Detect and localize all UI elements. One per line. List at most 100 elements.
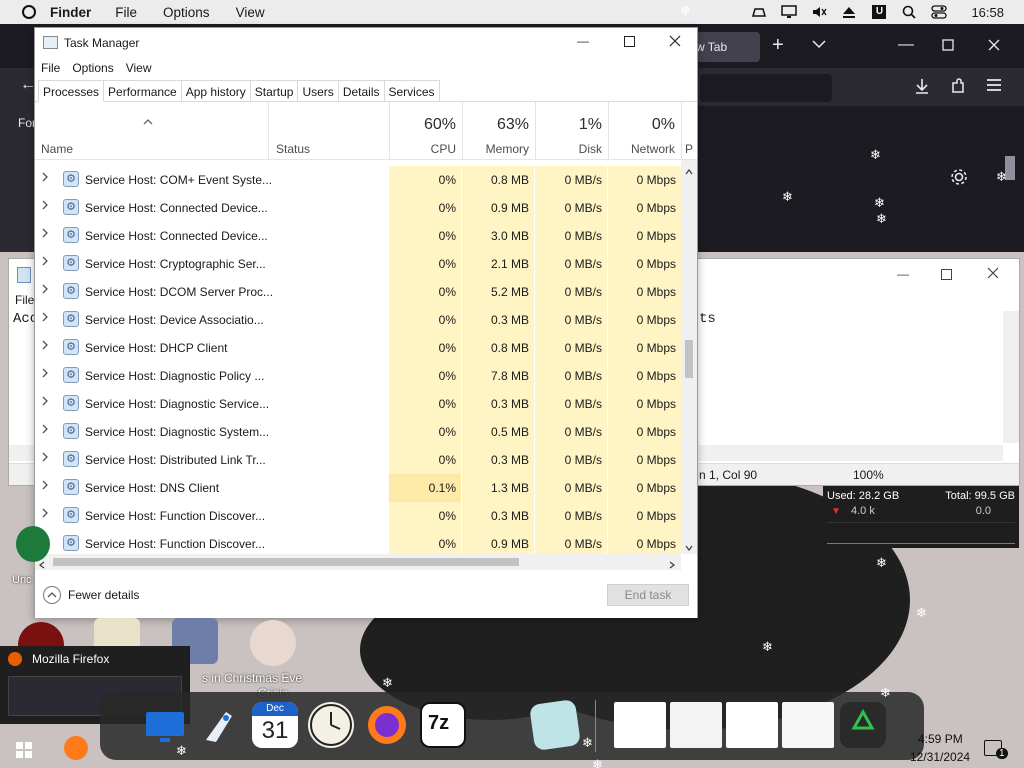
process-row[interactable]: ⚙ Service Host: Diagnostic Policy ... 0% 7.… xyxy=(35,362,681,390)
scroll-right-icon[interactable] xyxy=(669,558,676,572)
process-row[interactable]: ⚙ Service Host: DCOM Server Proc... 0% 5.2 … xyxy=(35,278,681,306)
apple-menu-icon[interactable] xyxy=(22,5,36,19)
process-list-vscroll[interactable] xyxy=(681,160,697,554)
tab-startup[interactable]: Startup xyxy=(250,80,299,102)
settings-gear-icon[interactable] xyxy=(950,168,968,191)
expand-chevron-icon[interactable] xyxy=(41,200,51,214)
expand-chevron-icon[interactable] xyxy=(41,256,51,270)
close-icon[interactable] xyxy=(987,267,999,282)
process-row[interactable]: ⚙ Service Host: Distributed Link Tr... 0% 0… xyxy=(35,446,681,474)
expand-chevron-icon[interactable] xyxy=(41,312,51,326)
app-name[interactable]: Finder xyxy=(50,5,91,20)
mute-icon[interactable] xyxy=(811,5,827,19)
column-power[interactable]: P xyxy=(681,102,697,160)
hscroll-thumb[interactable] xyxy=(53,558,519,566)
process-row[interactable]: ⚙ Service Host: Diagnostic Service... 0% 0.… xyxy=(35,390,681,418)
column-name[interactable]: Name xyxy=(35,102,268,160)
new-tab-button[interactable]: + xyxy=(772,34,784,57)
tab-processes[interactable]: Processes xyxy=(38,80,105,102)
menu-file[interactable]: File xyxy=(115,5,137,20)
fewer-details-button[interactable]: Fewer details xyxy=(68,588,139,602)
minimize-icon[interactable]: — xyxy=(898,36,914,54)
process-row[interactable]: ⚙ Service Host: Function Discover... 0% 0.3… xyxy=(35,502,681,530)
notepad-menu-file[interactable]: File xyxy=(15,293,34,307)
expand-chevron-icon[interactable] xyxy=(41,452,51,466)
column-memory[interactable]: 63% Memory xyxy=(462,102,535,160)
expand-chevron-icon[interactable] xyxy=(41,228,51,242)
process-row[interactable]: ⚙ Service Host: Diagnostic System... 0% 0.5… xyxy=(35,418,681,446)
process-row[interactable]: ⚙ Service Host: Cryptographic Ser... 0% 2.1… xyxy=(35,250,681,278)
scroll-down-icon[interactable] xyxy=(685,540,693,554)
desktop-app-icon[interactable] xyxy=(16,526,50,562)
end-task-button[interactable]: End task xyxy=(607,584,689,606)
menubar-clock[interactable]: 16:58 xyxy=(971,5,1004,20)
menu-view[interactable]: View xyxy=(126,61,152,75)
user-icon[interactable]: U xyxy=(871,5,887,19)
search-icon[interactable] xyxy=(901,5,917,19)
expand-chevron-icon[interactable] xyxy=(41,424,51,438)
tab-list-chevron-icon[interactable] xyxy=(812,36,826,54)
minimize-icon[interactable]: — xyxy=(897,267,909,281)
column-status[interactable]: Status xyxy=(268,102,389,160)
expand-chevron-icon[interactable] xyxy=(41,340,51,354)
cursor-position: n 1, Col 90 xyxy=(699,468,758,482)
tab-performance[interactable]: Performance xyxy=(104,80,182,102)
display-icon[interactable] xyxy=(781,5,798,19)
process-row[interactable]: ⚙ Service Host: Connected Device... 0% 0.9 … xyxy=(35,194,681,222)
service-host-gear-icon: ⚙ xyxy=(63,283,79,299)
column-network-label: Network xyxy=(630,142,675,156)
process-row[interactable]: ⚙ Service Host: DNS Client 0.1% 1.3 MB 0 MB/… xyxy=(35,474,681,502)
firefox-taskbar-icon[interactable] xyxy=(64,736,88,760)
control-center-icon[interactable] xyxy=(931,5,948,19)
process-name: Service Host: Function Discover... xyxy=(85,537,266,551)
process-row[interactable]: ⚙ Service Host: Device Associatio... 0% 0.3… xyxy=(35,306,681,334)
notepad-vscroll[interactable] xyxy=(1003,311,1019,443)
process-row[interactable]: ⚙ Service Host: Function Discover... 0% 0.9… xyxy=(35,530,681,554)
process-row[interactable]: ⚙ Service Host: COM+ Event Syste... 0% 0.8 … xyxy=(35,166,681,194)
column-disk[interactable]: 1% Disk xyxy=(535,102,608,160)
firefox-tab[interactable]: w Tab xyxy=(690,32,760,62)
column-cpu[interactable]: 60% CPU xyxy=(389,102,462,160)
expand-chevron-icon[interactable] xyxy=(41,396,51,410)
santa-icon[interactable] xyxy=(250,620,296,666)
process-list-hscroll[interactable] xyxy=(35,554,681,570)
maximize-icon[interactable] xyxy=(942,38,954,56)
tab-details[interactable]: Details xyxy=(338,80,385,102)
expand-chevron-icon[interactable] xyxy=(41,172,51,186)
tab-users[interactable]: Users xyxy=(298,80,339,102)
eject-icon[interactable] xyxy=(841,5,857,19)
close-icon[interactable] xyxy=(669,35,681,50)
network-total: 0% xyxy=(651,116,675,133)
menu-file[interactable]: File xyxy=(41,61,60,75)
menu-view[interactable]: View xyxy=(236,5,265,20)
close-icon[interactable] xyxy=(988,38,1000,56)
service-host-gear-icon: ⚙ xyxy=(63,339,79,355)
extensions-icon[interactable] xyxy=(950,78,966,99)
download-icon[interactable] xyxy=(914,78,930,99)
expand-chevron-icon[interactable] xyxy=(41,284,51,298)
menu-options[interactable]: Options xyxy=(72,61,113,75)
process-row[interactable]: ⚙ Service Host: Connected Device... 0% 3.0 … xyxy=(35,222,681,250)
tray-time[interactable]: 4:59 PM xyxy=(918,732,963,746)
expand-chevron-icon[interactable] xyxy=(41,368,51,382)
url-bar[interactable] xyxy=(700,74,832,102)
vscroll-thumb[interactable] xyxy=(685,340,693,378)
column-network[interactable]: 0% Network xyxy=(608,102,681,160)
firefox-scrollbar[interactable] xyxy=(1002,140,1018,250)
process-row[interactable]: ⚙ Service Host: DHCP Client 0% 0.8 MB 0 MB/s… xyxy=(35,334,681,362)
windows-taskbar: 4:59 PM 12/31/2024 1 xyxy=(0,728,1024,768)
expand-chevron-icon[interactable] xyxy=(41,508,51,522)
fewer-details-icon[interactable] xyxy=(43,586,61,604)
expand-chevron-icon[interactable] xyxy=(41,480,51,494)
minimize-icon[interactable]: — xyxy=(577,34,589,48)
menu-options[interactable]: Options xyxy=(163,5,210,20)
tab-services[interactable]: Services xyxy=(384,80,440,102)
windows-start-icon[interactable] xyxy=(16,742,32,761)
maximize-icon[interactable] xyxy=(624,36,635,50)
tray-date[interactable]: 12/31/2024 xyxy=(910,750,970,764)
scroll-up-icon[interactable] xyxy=(685,164,693,178)
hamburger-menu-icon[interactable] xyxy=(986,78,1002,97)
tab-app-history[interactable]: App history xyxy=(181,80,251,102)
drive-icon[interactable] xyxy=(751,5,767,19)
maximize-icon[interactable] xyxy=(941,269,952,283)
